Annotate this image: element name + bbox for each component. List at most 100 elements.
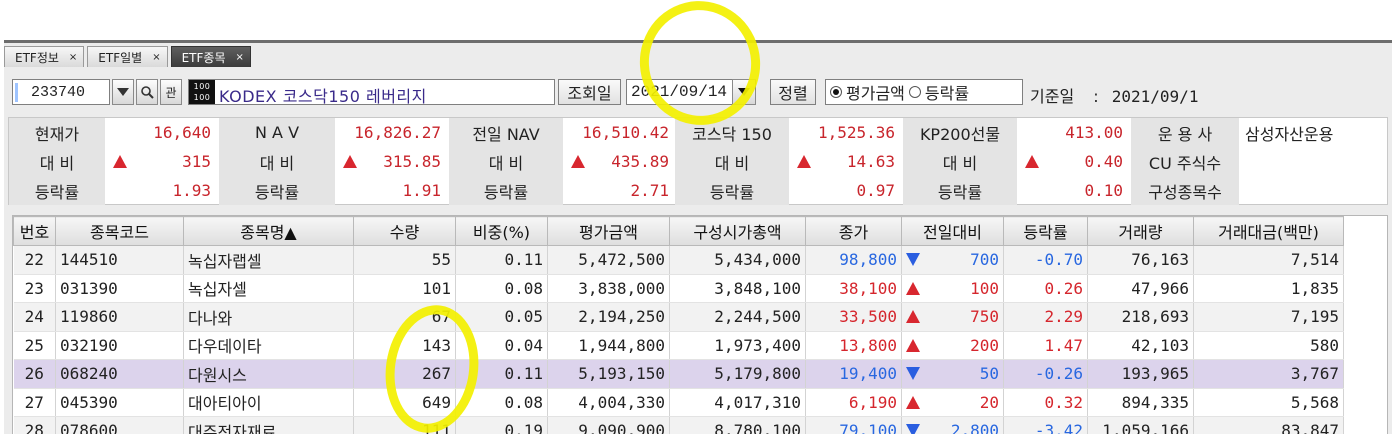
kosdaq-value: 1,525.36: [817, 123, 895, 142]
cell-close: 13,800: [805, 331, 902, 360]
table-row[interactable]: 25 032190 다우데이타 143 0.04 1,944,800 1,973,400 13…: [13, 331, 1344, 360]
kp200-change-value: 0.40: [1084, 152, 1123, 171]
price-change: 315: [105, 147, 217, 176]
radio-change-rate[interactable]: [908, 86, 921, 98]
cell-close: 79,100: [805, 416, 902, 434]
cell-name: 녹십자랩셀: [183, 245, 354, 275]
col-header-eval[interactable]: 평가금액: [547, 216, 670, 246]
cell-change: 2,800: [901, 416, 1004, 434]
col-header-change[interactable]: 전일대비: [901, 216, 1004, 246]
cell-volume: 193,965: [1087, 359, 1194, 389]
prev-nav-change-value: 435.89: [611, 152, 669, 171]
label-change: 대 비: [219, 147, 335, 176]
tab-bar: ETF정보 × ETF일별 × ETF종목 ×: [4, 46, 254, 68]
cell-eval: 1,944,800: [547, 331, 670, 360]
cell-code: 032190: [55, 331, 184, 360]
col-header-weight[interactable]: 비중(%): [455, 216, 548, 246]
label-rate: 등락률: [903, 176, 1017, 205]
cell-rate: -0.70: [1003, 245, 1088, 275]
cell-qty: 649: [353, 388, 456, 417]
related-label: 관: [165, 85, 177, 100]
query-date-value: 2021/09/14: [631, 83, 728, 101]
cell-weight: 0.08: [455, 274, 548, 303]
radio-eval-amount[interactable]: [830, 86, 842, 98]
cell-no: 28: [13, 416, 56, 434]
up-triangle-icon: [906, 338, 920, 352]
tab-etf-info[interactable]: ETF정보 ×: [4, 46, 85, 67]
cell-change-value: 100: [970, 278, 999, 298]
cell-code: 119860: [55, 302, 184, 332]
cell-volume: 47,966: [1087, 274, 1194, 303]
col-header-amount[interactable]: 거래대금(백만): [1193, 216, 1344, 246]
kosdaq-change-value: 14.63: [846, 152, 895, 171]
tab-etf-holdings[interactable]: ETF종목 ×: [170, 46, 251, 67]
close-icon[interactable]: ×: [69, 52, 77, 63]
cell-close: 98,800: [805, 245, 902, 275]
radio-label: 등락률: [924, 84, 970, 103]
cell-code: 078600: [55, 416, 184, 434]
cell-change: 50: [901, 359, 1004, 389]
label-price: 현재가: [9, 118, 105, 147]
table-row[interactable]: 27 045390 대아티아이 649 0.08 4,004,330 4,017,310 6,…: [13, 388, 1344, 417]
search-button[interactable]: [136, 79, 158, 105]
kosdaq-rate: 0.97: [856, 181, 895, 200]
up-triangle-icon: [343, 155, 357, 168]
cell-name: 다나와: [183, 302, 354, 332]
cell-eval: 4,004,330: [547, 388, 670, 417]
date-dropdown-button[interactable]: [732, 79, 756, 105]
up-triangle-icon: [797, 155, 811, 168]
label-rate: 등락률: [219, 176, 335, 205]
down-triangle-icon: [906, 253, 920, 266]
blank-top-area: [0, 0, 1392, 40]
cell-cap: 4,017,310: [669, 388, 806, 417]
col-header-volume[interactable]: 거래량: [1087, 216, 1194, 246]
cell-rate: -0.26: [1003, 359, 1088, 389]
cell-no: 22: [13, 245, 56, 275]
close-icon[interactable]: ×: [152, 52, 160, 63]
cell-close: 19,400: [805, 359, 902, 389]
cell-cap: 2,244,500: [669, 302, 806, 332]
cell-name: 대주전자재료: [183, 416, 354, 434]
table-row[interactable]: 22 144510 녹십자랩셀 55 0.11 5,472,500 5,434,000 98,…: [13, 245, 1344, 275]
label-change: 대 비: [449, 147, 563, 176]
col-header-rate[interactable]: 등락률: [1003, 216, 1088, 246]
cell-no: 24: [13, 302, 56, 332]
cell-qty: 101: [353, 274, 456, 303]
table-row[interactable]: 26 068240 다원시스 267 0.11 5,193,150 5,179,800 19,…: [13, 359, 1344, 389]
col-header-close[interactable]: 종가: [805, 216, 902, 246]
label-change: 대 비: [9, 147, 105, 176]
col-header-cap[interactable]: 구성시가총액: [669, 216, 806, 246]
holdings-table: 번호 종목코드 종목명▲ 수량 비중(%) 평가금액 구성시가총액 종가 전일대…: [12, 215, 1388, 434]
nav-change: 315.85: [335, 147, 447, 176]
col-header-no[interactable]: 번호: [13, 216, 56, 246]
tab-label: ETF종목: [181, 50, 226, 65]
table-row[interactable]: 23 031390 녹십자셀 101 0.08 3,838,000 3,848,100 38,…: [13, 274, 1344, 303]
related-button[interactable]: 관: [160, 79, 182, 105]
tab-label: ETF정보: [15, 50, 59, 65]
table-row[interactable]: 28 078600 대주전자재료 111 0.19 9,090,900 8,780,100 7…: [13, 416, 1344, 434]
label-kp200: KP200선물: [903, 118, 1017, 147]
sort-button[interactable]: 정렬: [770, 79, 816, 105]
cell-qty: 267: [353, 359, 456, 389]
etf-name: KODEX 코스닥150 레버리지: [219, 87, 427, 106]
cell-change-value: 20: [979, 392, 999, 412]
cell-code: 031390: [55, 274, 184, 303]
label-kosdaq150: 코스닥 150: [675, 118, 789, 147]
prev-nav-rate: 2.71: [630, 181, 669, 200]
chevron-down-icon: [738, 88, 750, 96]
cell-volume: 1,059,166: [1087, 416, 1194, 434]
cell-cap: 3,848,100: [669, 274, 806, 303]
close-icon[interactable]: ×: [236, 52, 244, 63]
label-change: 대 비: [903, 147, 1017, 176]
up-triangle-icon: [906, 310, 920, 323]
query-date-label: 조회일: [558, 79, 621, 105]
tab-etf-daily[interactable]: ETF일별 ×: [87, 46, 168, 67]
col-header-name[interactable]: 종목명▲: [183, 216, 354, 246]
table-row[interactable]: 24 119860 다나와 67 0.05 2,194,250 2,244,500 33,50…: [13, 302, 1344, 332]
col-header-code[interactable]: 종목코드: [55, 216, 184, 246]
col-header-qty[interactable]: 수량: [353, 216, 456, 246]
code-input[interactable]: 233740: [12, 79, 110, 105]
cell-change: 100: [901, 274, 1004, 303]
code-dropdown-button[interactable]: [112, 79, 134, 105]
price-value: 16,640: [153, 123, 211, 142]
